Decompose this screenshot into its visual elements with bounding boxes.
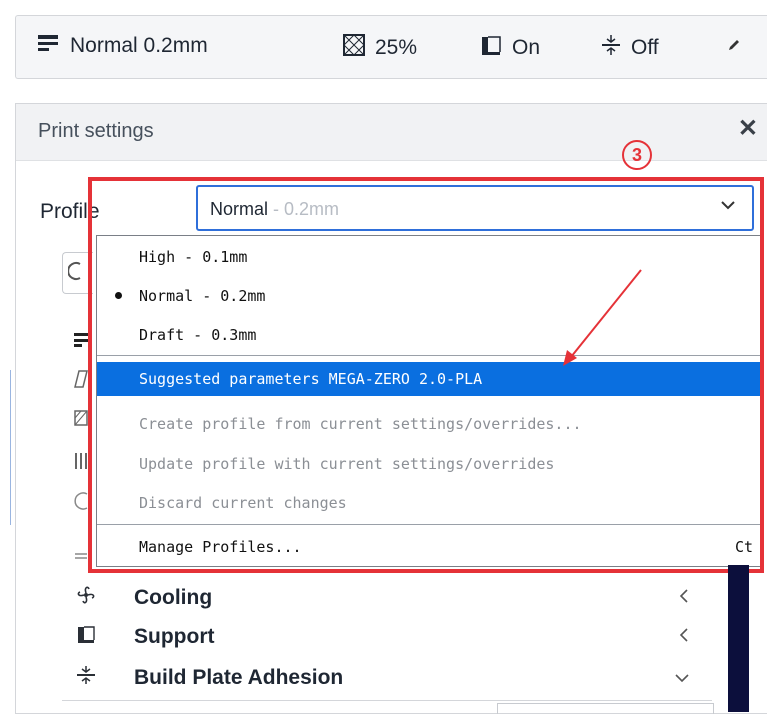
category-build-plate-adhesion[interactable]: Build Plate Adhesion <box>74 658 718 698</box>
chevron-left-icon <box>678 627 690 648</box>
travel-icon <box>74 545 88 565</box>
support-icon <box>480 34 502 62</box>
category-support[interactable]: Support <box>74 617 718 657</box>
support-icon <box>74 624 98 650</box>
category-cooling[interactable]: Cooling <box>74 578 718 618</box>
annotation-box <box>88 177 764 573</box>
profile-summary[interactable]: Normal 0.2mm <box>38 34 208 58</box>
chevron-left-icon <box>678 588 690 609</box>
annotation-number: 3 <box>622 140 652 170</box>
top-toolbar: Normal 0.2mm 25% On Off <box>0 0 767 95</box>
search-icon <box>67 261 82 286</box>
profile-summary-label: Normal 0.2mm <box>70 34 208 57</box>
infill-label: 25% <box>375 36 418 59</box>
material-icon <box>74 452 88 475</box>
chevron-down-icon <box>674 668 690 689</box>
layers-icon <box>38 34 60 58</box>
close-icon[interactable]: ✕ <box>738 114 758 143</box>
walls-icon <box>74 370 88 393</box>
panel-header: Print settings ✕ <box>16 104 767 161</box>
adhesion-summary[interactable]: Off <box>601 34 659 62</box>
speed-icon <box>74 492 88 515</box>
support-summary[interactable]: On <box>480 34 540 62</box>
infill-icon <box>74 410 88 431</box>
adhesion-icon <box>74 665 98 691</box>
panel-title: Print settings <box>38 120 154 142</box>
adhesion-icon <box>601 34 621 62</box>
pencil-icon[interactable] <box>727 38 741 52</box>
infill-summary[interactable]: 25% <box>343 34 417 62</box>
support-label: On <box>512 36 541 59</box>
divider <box>10 370 11 525</box>
infill-icon <box>343 34 365 62</box>
setting-field[interactable] <box>497 703 714 714</box>
scrollbar[interactable] <box>728 565 749 712</box>
fan-icon <box>74 585 98 611</box>
adhesion-label: Off <box>631 36 659 59</box>
